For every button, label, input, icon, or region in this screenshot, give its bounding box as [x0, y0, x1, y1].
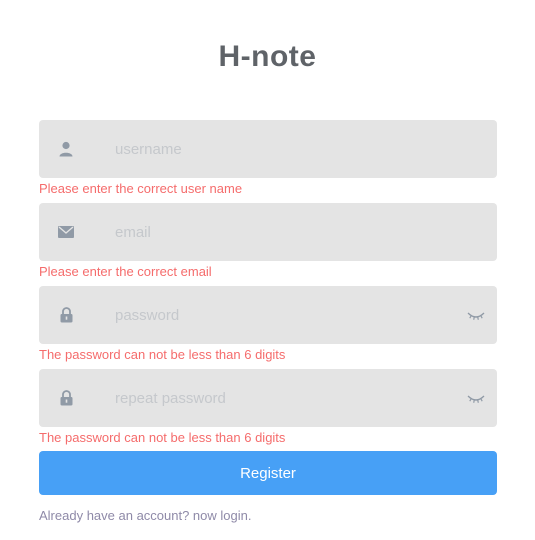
- app-title: H-note: [218, 40, 317, 73]
- login-link[interactable]: Already have an account? now login.: [39, 508, 251, 523]
- eye-closed-icon[interactable]: [467, 392, 485, 404]
- repeat-password-error: The password can not be less than 6 digi…: [39, 430, 286, 445]
- password-field[interactable]: [39, 286, 497, 344]
- password-error: The password can not be less than 6 digi…: [39, 347, 286, 362]
- password-input[interactable]: [115, 286, 457, 344]
- eye-closed-icon[interactable]: [467, 309, 485, 321]
- repeat-password-field[interactable]: [39, 369, 497, 427]
- repeat-password-input[interactable]: [115, 369, 457, 427]
- email-field[interactable]: [39, 203, 497, 261]
- email-input[interactable]: [115, 203, 457, 261]
- register-button[interactable]: Register: [39, 451, 497, 495]
- email-error: Please enter the correct email: [39, 264, 212, 279]
- mail-icon: [57, 223, 75, 241]
- username-input[interactable]: [115, 120, 457, 178]
- user-icon: [57, 140, 75, 158]
- lock-icon: [57, 389, 75, 407]
- username-error: Please enter the correct user name: [39, 181, 243, 196]
- register-page: H-note Please enter the correct user nam…: [0, 0, 535, 540]
- username-field[interactable]: [39, 120, 497, 178]
- lock-icon: [57, 306, 75, 324]
